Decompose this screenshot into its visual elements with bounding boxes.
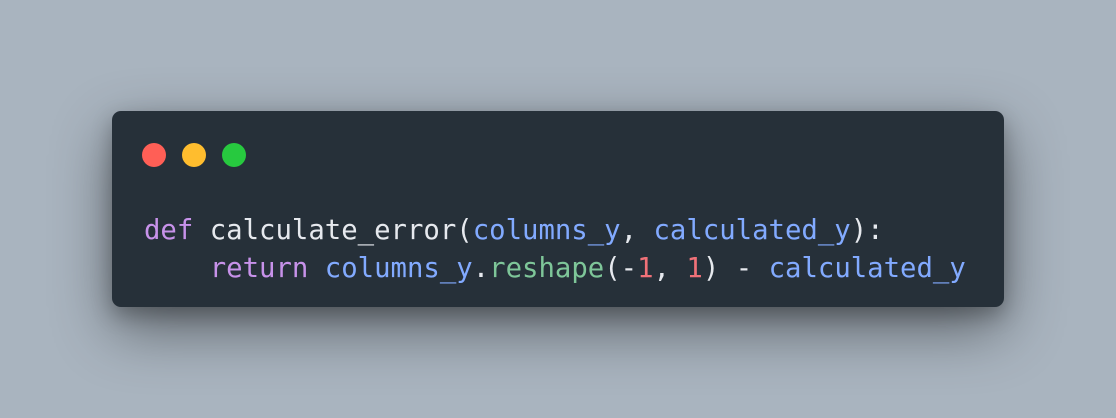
close-paren-colon: ): [850, 215, 884, 246]
unary-minus: - [620, 253, 638, 284]
open-paren: ( [604, 253, 621, 284]
keyword-return: return [209, 253, 309, 284]
close-dot-icon[interactable] [142, 143, 166, 167]
function-name: calculate_error [209, 215, 457, 246]
close-paren: ) [702, 253, 720, 284]
keyword-def: def [144, 215, 194, 246]
code-line-1: def calculate_error(columns_y, calculate… [144, 212, 966, 250]
param-columns-y: columns_y [472, 215, 621, 246]
operand-calculated-y: calculated_y [768, 253, 966, 284]
number-literal: 1 [686, 253, 703, 284]
dot-operator: . [472, 253, 490, 284]
minimize-dot-icon[interactable] [182, 143, 206, 167]
number-literal: 1 [637, 253, 654, 284]
object-columns-y: columns_y [324, 253, 473, 284]
open-paren: ( [456, 215, 473, 246]
param-calculated-y: calculated_y [653, 215, 851, 246]
code-line-2: return columns_y.reshape(-1, 1) - calcul… [144, 250, 966, 288]
code-block: def calculate_error(columns_y, calculate… [144, 212, 966, 288]
comma: , [653, 253, 670, 284]
code-window: def calculate_error(columns_y, calculate… [112, 111, 1004, 307]
minus-operator: - [735, 253, 753, 284]
maximize-dot-icon[interactable] [222, 143, 246, 167]
comma: , [620, 215, 638, 246]
method-reshape: reshape [489, 253, 605, 284]
